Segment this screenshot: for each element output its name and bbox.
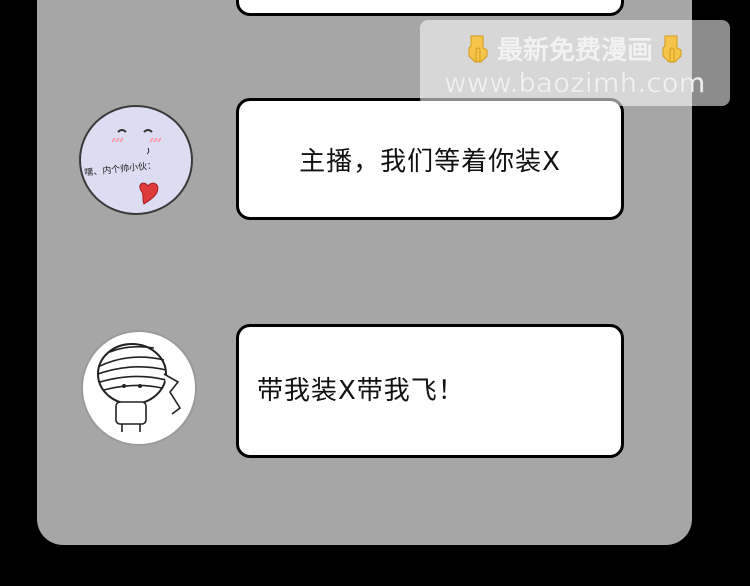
watermark-title: 最新免费漫画 bbox=[496, 36, 653, 66]
avatar[interactable] bbox=[80, 330, 198, 446]
pointing-down-hand-icon bbox=[662, 35, 682, 62]
watermark-title-row: 最新免费漫画 bbox=[420, 30, 730, 67]
pointing-down-hand-icon bbox=[468, 35, 488, 62]
chat-message-text: 带我装X带我飞！ bbox=[257, 375, 465, 406]
avatar[interactable]: 嘿、内个帅小伙： bbox=[78, 104, 194, 216]
watermark: 最新免费漫画 www.baozimh.com bbox=[420, 20, 730, 106]
chat-message-text: 主播，我们等着你装X bbox=[299, 146, 561, 177]
chat-bubble-partial bbox=[236, 0, 624, 16]
chat-bubble: 主播，我们等着你装X bbox=[236, 98, 624, 220]
watermark-url: www.baozimh.com bbox=[444, 68, 706, 99]
mummy-avatar-drawing bbox=[81, 330, 197, 446]
chat-bubble: 带我装X带我飞！ bbox=[236, 324, 624, 458]
